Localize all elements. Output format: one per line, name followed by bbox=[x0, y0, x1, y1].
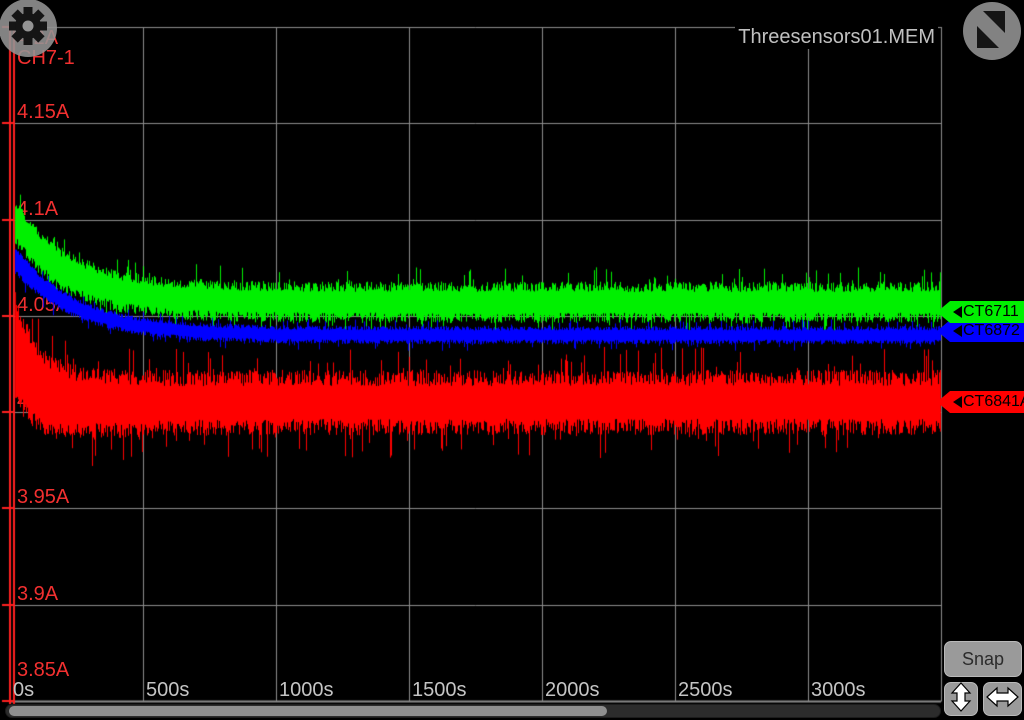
filename-label: Threesensors01.MEM bbox=[735, 26, 938, 49]
channel-flag[interactable]: CT6841A bbox=[937, 391, 1024, 413]
horizontal-scroll-button[interactable] bbox=[983, 682, 1022, 716]
flag-label: CT6711 bbox=[963, 303, 1019, 321]
channel-flag[interactable]: CT6711 bbox=[937, 301, 1024, 323]
snap-button[interactable]: Snap bbox=[944, 641, 1022, 677]
waveform-traces-canvas bbox=[0, 0, 1024, 720]
vertical-scroll-button[interactable] bbox=[944, 682, 978, 716]
gear-icon bbox=[6, 4, 50, 53]
horizontal-arrows-icon bbox=[986, 685, 1019, 714]
flag-label: CT6872 bbox=[963, 322, 1020, 340]
flag-arrow-icon bbox=[953, 325, 962, 337]
expand-view-button[interactable] bbox=[963, 2, 1021, 60]
recorder-screen: 4.2A4.15A4.1A4.05A4A3.95A3.9A3.85A 0s500… bbox=[0, 0, 1024, 720]
snap-button-label: Snap bbox=[962, 649, 1004, 670]
vertical-arrows-icon bbox=[947, 682, 975, 717]
flag-label: CT6841A bbox=[963, 393, 1024, 411]
expand-diagonal-icon bbox=[963, 0, 1021, 63]
flag-arrow-icon bbox=[953, 306, 962, 318]
settings-button[interactable] bbox=[0, 0, 57, 57]
horizontal-scrollbar-track[interactable] bbox=[5, 704, 941, 718]
flag-arrow-icon bbox=[953, 396, 962, 408]
channel-flag[interactable]: CT6872 bbox=[937, 320, 1024, 342]
horizontal-scrollbar-thumb[interactable] bbox=[9, 706, 607, 716]
